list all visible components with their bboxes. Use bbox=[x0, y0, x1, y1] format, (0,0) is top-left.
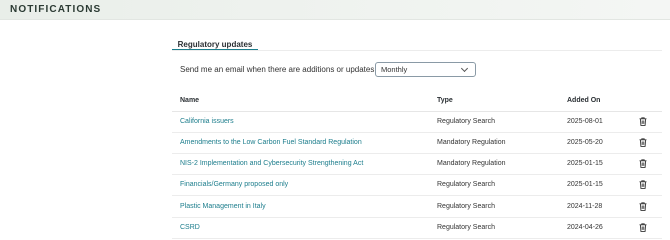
trash-icon[interactable] bbox=[639, 180, 647, 189]
row-name-link[interactable]: California issuers bbox=[180, 118, 234, 125]
trash-icon[interactable] bbox=[639, 223, 647, 232]
tab-label: Regulatory updates bbox=[177, 40, 253, 49]
row-added-on: 2025-05-20 bbox=[567, 139, 603, 146]
row-type: Regulatory Search bbox=[437, 118, 495, 125]
row-added-on: 2025-01-15 bbox=[567, 160, 603, 167]
table-row: Financials/Germany proposed only Regulat… bbox=[172, 175, 662, 196]
trash-icon[interactable] bbox=[639, 202, 647, 211]
row-added-on: 2025-08-01 bbox=[567, 118, 603, 125]
tab-divider bbox=[172, 50, 662, 51]
row-type: Mandatory Regulation bbox=[437, 160, 506, 167]
table-row: NIS-2 Implementation and Cybersecurity S… bbox=[172, 154, 662, 175]
row-name-link[interactable]: Plastic Management in Italy bbox=[180, 203, 266, 210]
row-type: Regulatory Search bbox=[437, 203, 495, 210]
column-header-type[interactable]: Type bbox=[437, 97, 453, 104]
tab-regulatory-updates[interactable]: Regulatory updates bbox=[172, 34, 258, 51]
row-name-link[interactable]: Financials/Germany proposed only bbox=[180, 181, 288, 188]
select-value: Monthly bbox=[381, 65, 408, 74]
column-header-name[interactable]: Name bbox=[180, 97, 199, 104]
trash-icon[interactable] bbox=[639, 117, 647, 126]
row-added-on: 2024-11-28 bbox=[567, 203, 603, 210]
row-name-link[interactable]: Amendments to the Low Carbon Fuel Standa… bbox=[180, 139, 362, 146]
email-frequency-select[interactable]: Monthly bbox=[375, 62, 476, 77]
email-frequency-label: Send me an email when there are addition… bbox=[180, 65, 377, 74]
table-row: California issuers Regulatory Search 202… bbox=[172, 112, 662, 133]
table-row: CSRD Regulatory Search 2024-04-26 bbox=[172, 218, 662, 239]
trash-icon[interactable] bbox=[639, 159, 647, 168]
column-header-added-on[interactable]: Added On bbox=[567, 97, 600, 104]
table-row: Amendments to the Low Carbon Fuel Standa… bbox=[172, 133, 662, 154]
row-name-link[interactable]: CSRD bbox=[180, 224, 200, 231]
row-type: Mandatory Regulation bbox=[437, 139, 506, 146]
chevron-down-icon bbox=[460, 64, 469, 73]
top-bar: NOTIFICATIONS bbox=[0, 0, 670, 20]
row-added-on: 2024-04-26 bbox=[567, 224, 603, 231]
row-type: Regulatory Search bbox=[437, 181, 495, 188]
page-title: NOTIFICATIONS bbox=[10, 4, 102, 15]
trash-icon[interactable] bbox=[639, 138, 647, 147]
row-added-on: 2025-01-15 bbox=[567, 181, 603, 188]
row-type: Regulatory Search bbox=[437, 224, 495, 231]
table-row: Plastic Management in Italy Regulatory S… bbox=[172, 197, 662, 218]
row-name-link[interactable]: NIS-2 Implementation and Cybersecurity S… bbox=[180, 160, 363, 167]
